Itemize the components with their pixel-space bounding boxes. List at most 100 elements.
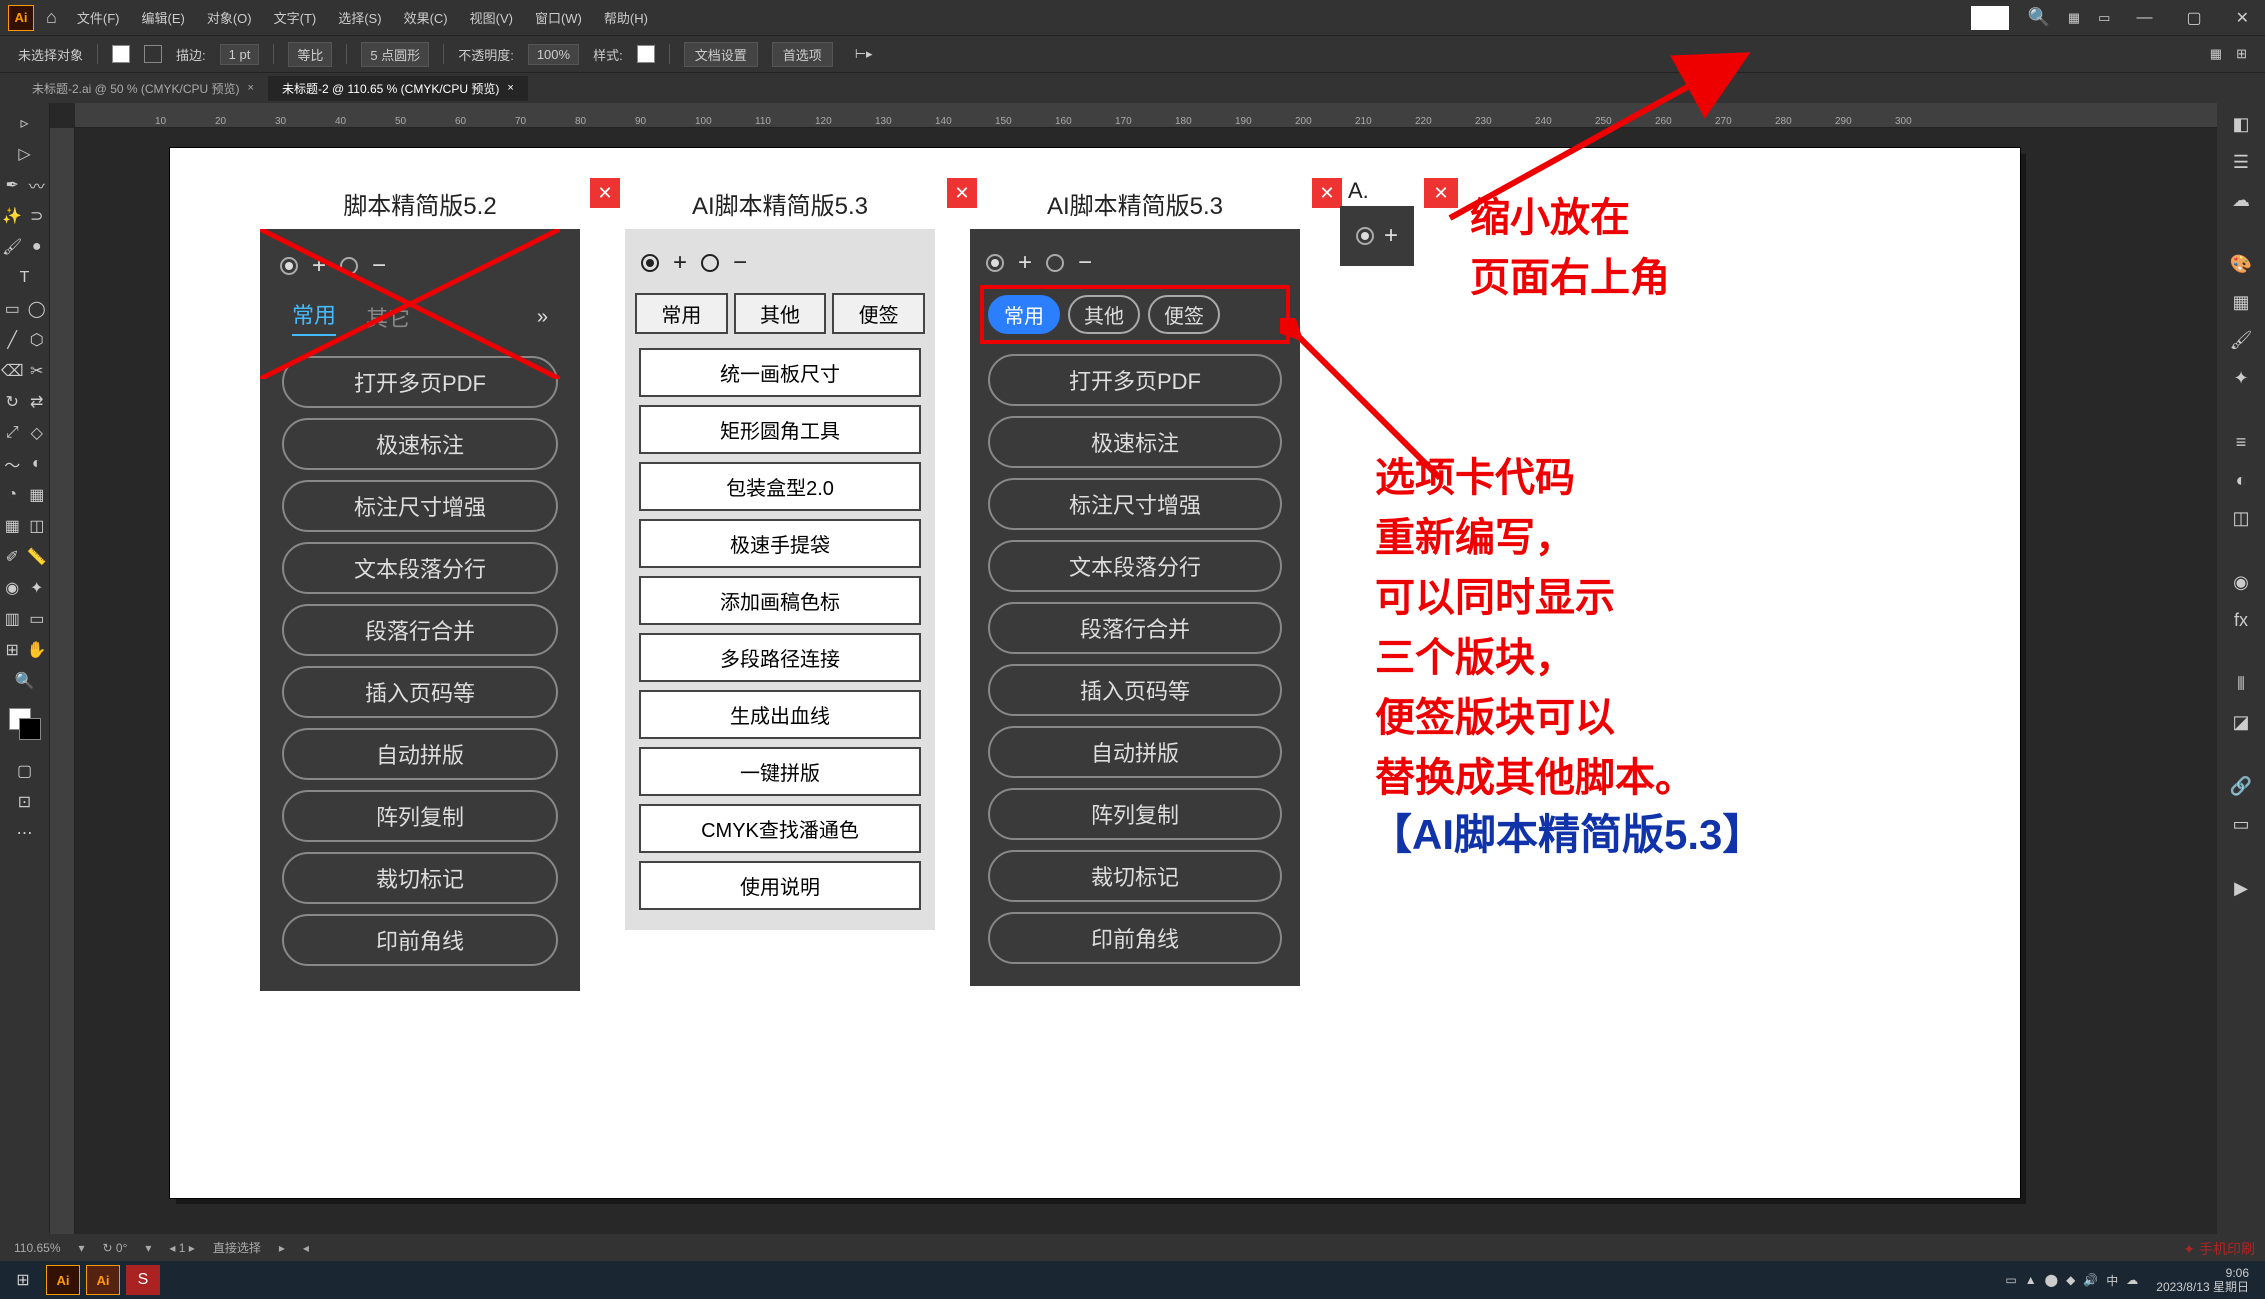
edit-toolbar[interactable]: ⋯ [7,819,43,847]
script-button[interactable]: 标注尺寸增强 [282,480,558,532]
script-button[interactable]: 包装盒型2.0 [639,462,921,511]
zoom-level[interactable]: 110.65% [14,1241,60,1255]
properties-icon[interactable]: ◧ [2232,109,2249,139]
artboard-nav[interactable]: ◂ 1 ▸ [169,1241,194,1255]
script-button[interactable]: 印前角线 [988,912,1282,964]
tool-line-polygon[interactable]: ╱⬡ [1,326,49,354]
radio-off[interactable] [701,254,719,272]
close-button[interactable]: ✕ [1424,178,1458,208]
menu-window[interactable]: 窗口(W) [535,8,582,27]
taskbar-ai-1[interactable]: Ai [46,1265,80,1295]
search-icon[interactable]: 🔍 [2027,7,2049,28]
radio-off[interactable] [340,257,358,275]
script-button[interactable]: 生成出血线 [639,690,921,739]
tab-notes[interactable]: 便签 [1148,295,1220,334]
gradient-icon[interactable]: ◐ [2236,465,2247,495]
taskbar-ai-2[interactable]: Ai [86,1265,120,1295]
maximize-icon[interactable]: ▢ [2178,8,2209,28]
menu-help[interactable]: 帮助(H) [604,8,648,27]
script-button[interactable]: 多段路径连接 [639,633,921,682]
tool-type[interactable]: T [7,264,43,292]
transparency-icon[interactable]: ◫ [2232,503,2249,533]
brush-preset[interactable]: 5 点圆形 [361,42,429,67]
tab-other[interactable]: 其它 [366,301,410,333]
script-button[interactable]: 印前角线 [282,914,558,966]
pin-icon[interactable]: ⊢▸ [855,46,873,62]
opacity-value[interactable]: 100% [528,44,579,65]
script-button[interactable]: 插入页码等 [988,664,1282,716]
tray-icon[interactable]: ▲ [2025,1273,2037,1287]
script-button[interactable]: 段落行合并 [988,602,1282,654]
script-button[interactable]: 插入页码等 [282,666,558,718]
menu-type[interactable]: 文字(T) [274,8,317,27]
tool-blend-symbol[interactable]: ◉✦ [1,574,49,602]
menu-object[interactable]: 对象(O) [207,8,252,27]
arrange-icon[interactable]: ▦ [2068,10,2080,26]
stroke-icon[interactable]: ≡ [2236,427,2247,457]
script-button[interactable]: 裁切标记 [282,852,558,904]
radio-on[interactable] [1356,227,1374,245]
tray-icon[interactable]: ⬤ [2045,1273,2058,1287]
tool-wand-lasso[interactable]: ✨⊃ [1,202,49,230]
script-button[interactable]: 极速手提袋 [639,519,921,568]
tool-selection[interactable]: ▹ [7,109,43,137]
panel-toggle-icon[interactable]: ▦ [2210,46,2222,62]
script-button[interactable]: 添加画稿色标 [639,576,921,625]
script-button[interactable]: 极速标注 [282,418,558,470]
libraries-icon[interactable]: ☁ [2232,185,2250,215]
tool-mode[interactable]: ▢ [7,757,43,785]
home-icon[interactable]: ⌂ [46,7,57,28]
align-icon[interactable]: ⫴ [2237,669,2245,699]
fill-swatch[interactable] [112,45,130,63]
artboards-icon[interactable]: ▭ [2232,809,2249,839]
tool-width-warp[interactable]: 〜◐ [1,450,49,478]
menu-select[interactable]: 选择(S) [338,8,381,27]
play-icon[interactable]: ▶ [2234,873,2248,903]
script-button[interactable]: 打开多页PDF [282,356,558,408]
tab-common[interactable]: 常用 [988,295,1060,334]
tray-icon[interactable]: ▭ [2005,1273,2016,1287]
stroke-swatch[interactable] [144,45,162,63]
tool-brush-blob[interactable]: 🖌● [1,233,49,261]
script-button[interactable]: 裁切标记 [988,850,1282,902]
radio-off[interactable] [1046,254,1064,272]
script-button[interactable]: 段落行合并 [282,604,558,656]
appearance-icon[interactable]: ◉ [2233,567,2249,597]
start-button[interactable]: ⊞ [6,1265,40,1295]
brushes-icon[interactable]: 🖌 [2230,325,2253,355]
swatches-icon[interactable]: ▦ [2232,287,2249,317]
tab-common[interactable]: 常用 [292,298,336,336]
stroke-weight[interactable]: 1 pt [220,44,260,65]
doc-setup-button[interactable]: 文档设置 [684,42,758,67]
script-button[interactable]: 一键拼版 [639,747,921,796]
pathfinder-icon[interactable]: ◪ [2232,707,2249,737]
menu-edit[interactable]: 编辑(E) [141,8,184,27]
tool-eraser-scissors[interactable]: ⌫✂ [1,357,49,385]
prefs-button[interactable]: 首选项 [772,42,833,67]
script-button[interactable]: 打开多页PDF [988,354,1282,406]
canvas[interactable]: 1020304050607080901001101201301401501601… [50,103,2217,1234]
scroll-left-icon[interactable]: ◂ [303,1241,309,1255]
more-icon[interactable]: » [537,306,548,329]
workspace-icon[interactable]: ▭ [2098,10,2110,26]
radio-on[interactable] [280,257,298,275]
script-button[interactable]: 标注尺寸增强 [988,478,1282,530]
tool-eyedropper-measure[interactable]: ✐📏 [1,543,49,571]
script-button[interactable]: 统一画板尺寸 [639,348,921,397]
tab-common[interactable]: 常用 [635,293,728,334]
rotate-icon[interactable]: ↻ 0° [103,1241,128,1255]
scale-mode[interactable]: 等比 [288,42,332,67]
links-icon[interactable]: 🔗 [2230,771,2252,801]
script-button[interactable]: 矩形圆角工具 [639,405,921,454]
search-input[interactable] [1971,6,2009,30]
script-button[interactable]: CMYK查找潘通色 [639,804,921,853]
tool-screen[interactable]: ⊡ [7,788,43,816]
minimize-icon[interactable]: — [2128,9,2160,27]
menu-effect[interactable]: 效果(C) [404,8,448,27]
symbols-icon[interactable]: ✦ [2233,363,2248,393]
tab-close-icon[interactable]: × [507,82,513,94]
tool-rect-ellipse[interactable]: ▭◯ [1,295,49,323]
tool-pen-curvature[interactable]: ✒〰 [1,171,49,199]
script-button[interactable]: 阵列复制 [988,788,1282,840]
tray-ime-icon[interactable]: 中 [2106,1272,2118,1289]
